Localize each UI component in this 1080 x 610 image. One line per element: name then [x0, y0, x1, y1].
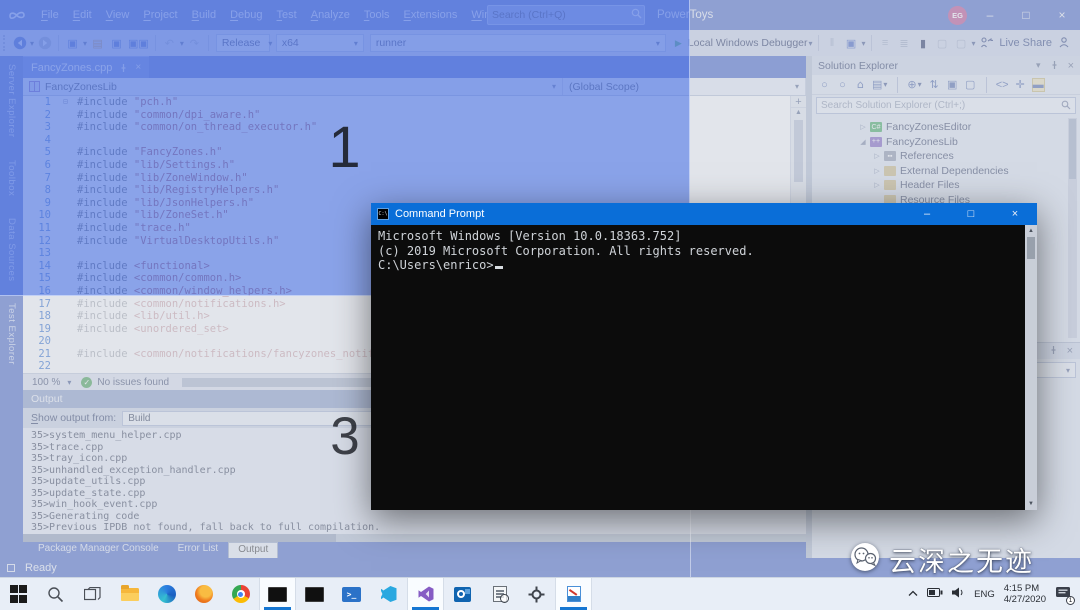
taskbar-edge-icon[interactable] — [148, 578, 185, 610]
watermark-text: 云深之无迹 — [889, 547, 1034, 578]
taskbar-chrome-icon[interactable] — [222, 578, 259, 610]
taskbar-command-prompt-icon[interactable] — [259, 578, 296, 610]
terminal-output[interactable]: Microsoft Windows [Version 10.0.18363.75… — [371, 225, 1037, 510]
cmd-icon: C:\ — [377, 208, 389, 220]
volume-icon[interactable] — [952, 587, 965, 601]
terminal-line: Microsoft Windows [Version 10.0.18363.75… — [378, 229, 682, 243]
cmd-maximize-button[interactable]: □ — [949, 203, 993, 225]
cmd-scrollbar[interactable]: ▲ ▼ — [1025, 225, 1037, 510]
taskbar-outlook-icon[interactable] — [444, 578, 481, 610]
terminal-line: (c) 2019 Microsoft Corporation. All righ… — [378, 243, 754, 258]
taskbar-file-explorer-icon[interactable] — [111, 578, 148, 610]
taskbar-terminal-window-icon[interactable] — [296, 578, 333, 610]
system-tray: ENG 4:15 PM 4/27/2020 1 — [908, 578, 1080, 610]
cmd-titlebar[interactable]: C:\ Command Prompt – □ × — [371, 203, 1037, 225]
taskbar-docs-reader-icon[interactable] — [481, 578, 518, 610]
scroll-up-icon[interactable]: ▲ — [1025, 225, 1037, 237]
wechat-logo-icon — [849, 542, 883, 577]
cmd-title: Command Prompt — [395, 208, 485, 220]
notification-badge: 1 — [1066, 595, 1075, 605]
language-indicator[interactable]: ENG — [974, 589, 995, 600]
tray-chevron-up-icon[interactable] — [908, 589, 918, 600]
taskbar-visual-studio-icon[interactable] — [407, 578, 444, 610]
scroll-down-icon[interactable]: ▼ — [1025, 498, 1037, 510]
taskbar-search-icon[interactable] — [37, 578, 74, 610]
taskbar-zones-editor-icon[interactable] — [555, 578, 592, 610]
zone-1-number: 1 — [328, 115, 361, 180]
taskbar-start-button-icon[interactable] — [0, 578, 37, 610]
watermark: 云深之无迹 — [849, 540, 1034, 579]
terminal-line: C:\Users\enrico> — [378, 258, 1023, 273]
terminal-cursor — [494, 266, 503, 269]
action-center-icon[interactable]: 1 — [1055, 586, 1075, 605]
taskbar-vscode-icon[interactable] — [370, 578, 407, 610]
clock[interactable]: 4:15 PM 4/27/2020 — [1004, 583, 1046, 605]
taskbar-task-view-icon[interactable] — [74, 578, 111, 610]
taskbar: >_ ENG 4:15 PM 4/27/2020 1 — [0, 577, 1080, 610]
cmd-minimize-button[interactable]: – — [905, 203, 949, 225]
command-prompt-window[interactable]: C:\ Command Prompt – □ × Microsoft Windo… — [371, 203, 1037, 510]
taskbar-firefox-icon[interactable] — [185, 578, 222, 610]
battery-icon[interactable] — [927, 588, 943, 600]
desktop: FileEditViewProjectBuildDebugTestAnalyze… — [0, 0, 1080, 610]
taskbar-powertoys-icon[interactable] — [518, 578, 555, 610]
taskbar-powershell-icon[interactable]: >_ — [333, 578, 370, 610]
scrollbar-thumb[interactable] — [1027, 237, 1035, 259]
cmd-close-button[interactable]: × — [993, 203, 1037, 225]
